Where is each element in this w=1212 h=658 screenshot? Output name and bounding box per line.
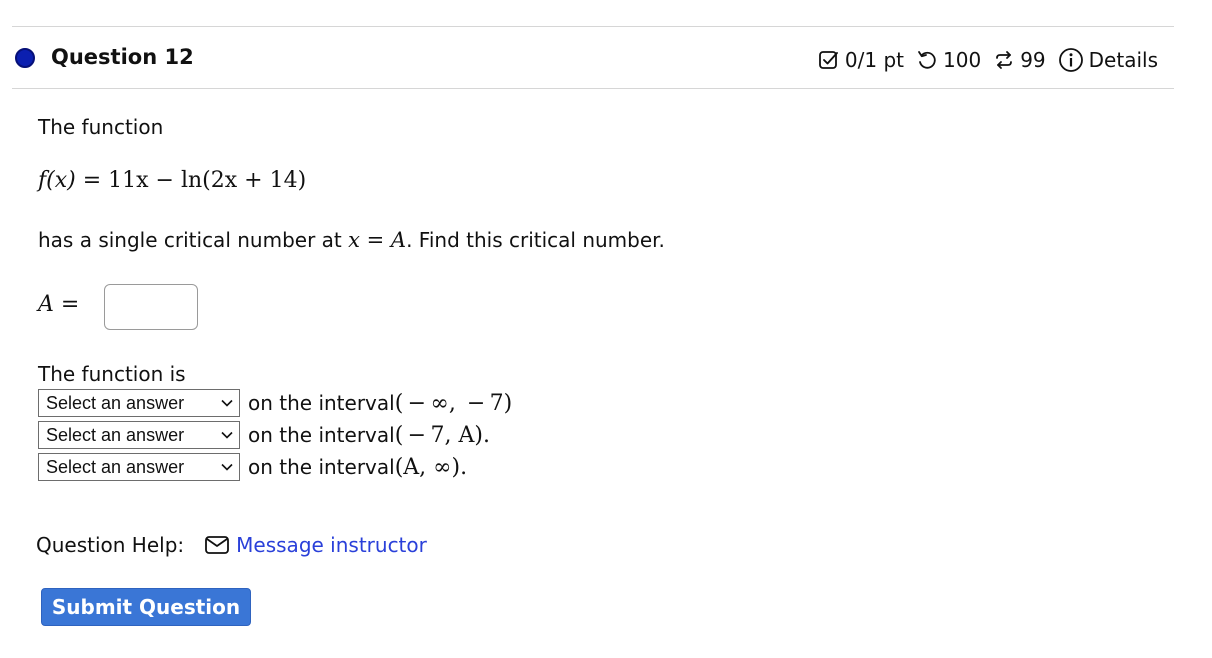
critical-number-prompt: has a single critical number at x = A. F… [38,228,665,252]
retries-text: 100 [943,48,982,72]
info-icon [1058,48,1083,72]
attempts-indicator: 99 [993,48,1046,72]
interval-select-2[interactable]: Select an answer [38,421,240,449]
prompt-intro: The function [38,115,164,139]
function-rhs: = 11x − ln(2x + 14) [82,168,307,193]
interval-row-2: Select an answer on the interval ( − 7, … [38,420,490,450]
question-help-label: Question Help: [36,533,185,557]
question-header: Question 12 0/1 pt 100 99 Details [12,44,1174,76]
question-meta: 0/1 pt 100 99 Details [818,44,1158,76]
retries-indicator: 100 [916,48,981,72]
chevron-down-icon [221,431,233,439]
message-instructor-text: Message instructor [236,533,427,557]
attempts-icon [996,51,1013,69]
interval-row-3: Select an answer on the interval (A, ∞). [38,452,467,482]
select-value: Select an answer [46,456,185,477]
answer-label: A = [38,292,80,317]
attempts-text: 99 [1020,48,1046,72]
interval-math-3: (A, ∞). [394,454,468,480]
interval-math-2: ( − 7, A). [394,422,490,448]
header-divider [12,88,1174,89]
details-button[interactable]: Details [1058,47,1158,73]
critical-suffix: . Find this critical number. [406,228,665,252]
envelope-icon [205,536,230,554]
interval-select-1[interactable]: Select an answer [38,389,240,417]
question-help: Question Help: Message instructor [36,533,427,557]
retry-icon [918,51,936,69]
intervals-intro: The function is [38,362,186,386]
details-label: Details [1088,48,1158,72]
chevron-down-icon [221,399,233,407]
chevron-down-icon [221,463,233,471]
critical-prefix: has a single critical number at [38,228,349,252]
check-square-icon [819,51,838,69]
score-text: 0/1 pt [844,48,905,72]
select-value: Select an answer [46,392,185,413]
interval-row-1: Select an answer on the interval ( − ∞, … [38,388,512,418]
score-indicator: 0/1 pt [818,48,904,72]
answer-input[interactable] [104,284,198,330]
function-name: f(x) [38,168,76,193]
critical-math: x = A [348,228,407,252]
interval-text-2: on the interval [248,423,395,447]
question-title: Question 12 [51,45,194,69]
interval-text-1: on the interval [248,391,395,415]
top-divider [12,26,1174,27]
question-status-dot [15,48,35,68]
message-instructor-link[interactable]: Message instructor [204,533,427,557]
interval-math-1: ( − ∞, − 7) [394,390,513,416]
interval-select-3[interactable]: Select an answer [38,453,240,481]
function-formula: f(x) = 11x − ln(2x + 14) [38,168,306,193]
interval-text-3: on the interval [248,455,395,479]
select-value: Select an answer [46,424,185,445]
submit-question-button[interactable]: Submit Question [41,588,251,626]
